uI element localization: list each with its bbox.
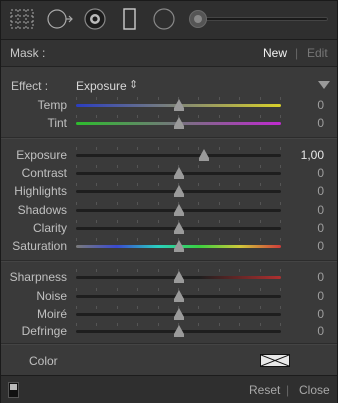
divider <box>1 343 337 345</box>
collapse-triangle-icon[interactable] <box>318 81 330 89</box>
slider-row-clarity: Clarity 0 <box>1 219 337 237</box>
slider-label: Temp <box>37 98 67 112</box>
slider-knob[interactable] <box>174 204 184 216</box>
slider-knob[interactable] <box>174 271 184 283</box>
slider-row-temp: Temp 0 <box>1 96 337 114</box>
slider-value[interactable]: 0 <box>317 239 324 253</box>
slider-knob[interactable] <box>174 185 184 197</box>
slider-track[interactable] <box>76 154 281 157</box>
slider-row-exposure: Exposure 1,00 <box>1 146 337 164</box>
slider-knob[interactable] <box>174 308 184 320</box>
slider-row-contrast: Contrast 0 <box>1 164 337 182</box>
radial-filter-icon[interactable] <box>150 7 178 31</box>
brush-size-slider-track[interactable] <box>198 17 328 21</box>
slider-value[interactable]: 0 <box>317 203 324 217</box>
crop-overlay-icon[interactable] <box>8 7 36 31</box>
close-button[interactable]: Close <box>299 383 330 397</box>
color-label: Color <box>29 354 58 368</box>
slider-label: Noise <box>36 289 67 303</box>
slider-label: Defringe <box>21 324 67 338</box>
spot-removal-icon[interactable] <box>46 7 74 31</box>
mask-row: Mask : New | Edit <box>1 40 337 67</box>
slider-row-saturation: Saturation 0 <box>1 237 337 255</box>
slider-row-shadows: Shadows 0 <box>1 201 337 219</box>
slider-label: Sharpness <box>9 270 67 284</box>
effect-dropdown[interactable]: Exposure <box>76 79 127 93</box>
slider-ticks <box>76 147 281 151</box>
graduated-filter-icon[interactable] <box>115 7 143 31</box>
slider-value[interactable]: 0 <box>317 184 324 198</box>
slider-value[interactable]: 0 <box>317 270 324 284</box>
slider-row-sharpness: Sharpness 0 <box>1 268 337 286</box>
slider-value[interactable]: 0 <box>317 166 324 180</box>
slider-label: Exposure <box>16 148 67 162</box>
slider-value[interactable]: 0 <box>317 221 324 235</box>
reset-button[interactable]: Reset <box>249 383 280 397</box>
effect-label: Effect : <box>11 79 49 93</box>
slider-label: Contrast <box>21 166 67 180</box>
red-eye-icon[interactable] <box>81 7 109 31</box>
slider-knob[interactable] <box>174 167 184 179</box>
slider-value[interactable]: 0 <box>317 307 324 321</box>
mask-label: Mask : <box>10 46 46 60</box>
adjustment-brush-panel: Mask : New | Edit Effect : Exposure ⇕ Te… <box>0 0 338 403</box>
slider-knob[interactable] <box>199 149 209 161</box>
slider-knob[interactable] <box>174 240 184 252</box>
slider-value[interactable]: 0 <box>317 289 324 303</box>
slider-label: Highlights <box>14 184 67 198</box>
mask-new-button[interactable]: New <box>263 46 287 60</box>
footer: Reset | Close <box>1 375 337 403</box>
slider-label: Clarity <box>32 221 67 235</box>
slider-knob[interactable] <box>174 222 184 234</box>
slider-row-defringe: Defringe 0 <box>1 322 337 340</box>
divider <box>1 260 337 262</box>
slider-row-moir: Moiré 0 <box>1 305 337 323</box>
slider-value[interactable]: 0 <box>317 324 324 338</box>
slider-row-noise: Noise 0 <box>1 287 337 305</box>
slider-label: Tint <box>47 116 67 130</box>
slider-label: Moiré <box>36 307 67 321</box>
slider-value[interactable]: 0 <box>317 116 324 130</box>
effect-dropdown-arrows-icon[interactable]: ⇕ <box>129 78 138 91</box>
footer-separator: | <box>286 383 290 397</box>
brush-size-slider-knob[interactable] <box>189 10 207 28</box>
slider-knob[interactable] <box>174 117 184 129</box>
slider-knob[interactable] <box>174 99 184 111</box>
mask-edit-button[interactable]: Edit <box>307 46 328 60</box>
slider-value[interactable]: 0 <box>317 98 324 112</box>
panel-toggle-switch-icon[interactable] <box>8 382 19 398</box>
slider-knob[interactable] <box>174 290 184 302</box>
color-swatch[interactable] <box>260 354 290 367</box>
slider-label: Saturation <box>12 239 67 253</box>
slider-value[interactable]: 1,00 <box>301 148 324 162</box>
slider-row-tint: Tint 0 <box>1 114 337 132</box>
slider-knob[interactable] <box>174 325 184 337</box>
mask-separator: | <box>295 46 299 60</box>
divider <box>1 137 337 139</box>
tool-strip <box>1 1 337 40</box>
slider-row-highlights: Highlights 0 <box>1 182 337 200</box>
slider-label: Shadows <box>17 203 67 217</box>
